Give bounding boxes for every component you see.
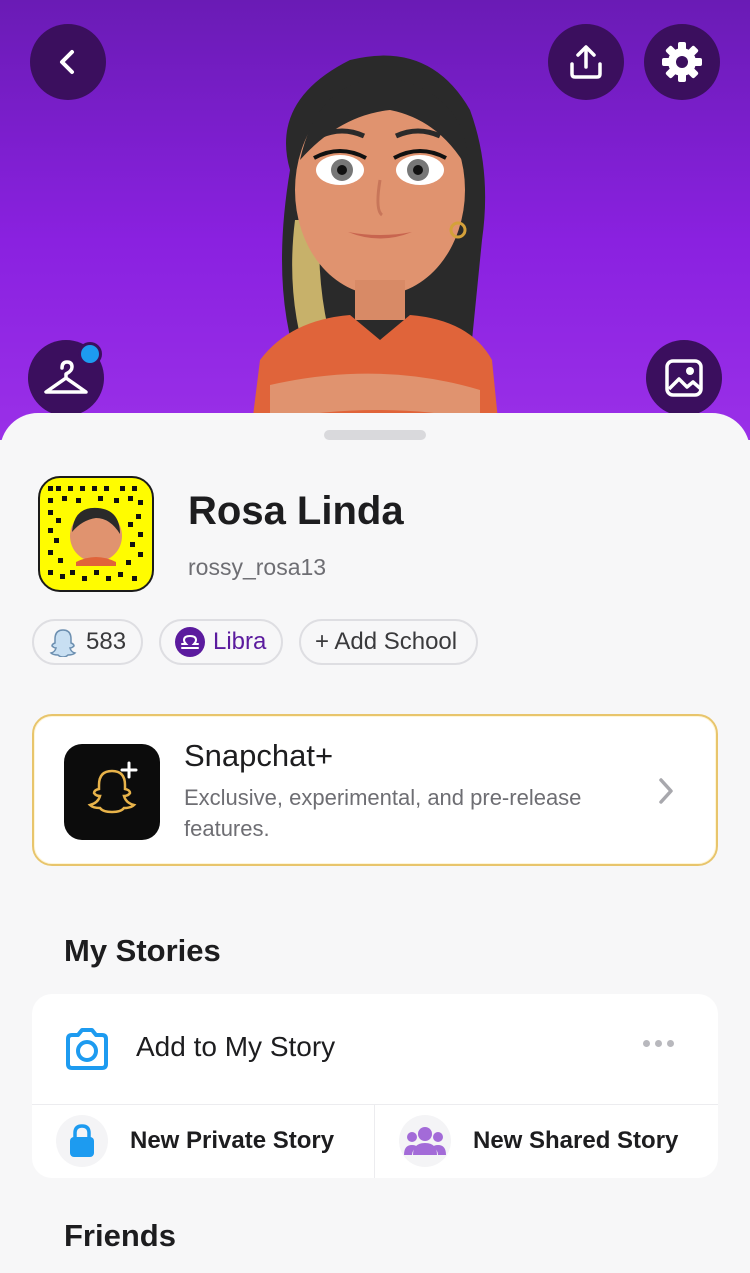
image-icon: [665, 359, 703, 397]
share-button[interactable]: [548, 24, 624, 100]
profile-sheet: Rosa Linda rossy_rosa13 583 Libra + Add …: [0, 413, 750, 1273]
add-to-story-row[interactable]: Add to My Story: [32, 994, 718, 1105]
snapchat-plus-title: Snapchat+: [184, 738, 334, 773]
sheet-grabber[interactable]: [324, 430, 426, 440]
background-button[interactable]: [646, 340, 722, 416]
snap-score: 583: [86, 628, 127, 655]
snapchat-plus-icon: [64, 744, 160, 840]
zodiac-label: Libra: [213, 628, 267, 655]
add-to-story-label: Add to My Story: [136, 1031, 336, 1062]
display-name: Rosa Linda: [188, 489, 404, 533]
camera-icon: [66, 1028, 108, 1070]
upload-icon: [570, 45, 602, 79]
new-private-story-button[interactable]: New Private Story: [32, 1105, 375, 1178]
snapchat-plus-card[interactable]: Snapchat+ Exclusive, experimental, and p…: [32, 714, 718, 866]
bitmoji-avatar[interactable]: [230, 40, 520, 440]
username: rossy_rosa13: [188, 554, 327, 580]
chevron-right-icon: [659, 778, 673, 804]
new-shared-story-button[interactable]: New Shared Story: [375, 1105, 718, 1178]
wardrobe-button[interactable]: [28, 340, 104, 416]
new-private-story-label: New Private Story: [130, 1127, 335, 1154]
chevron-left-icon: [60, 50, 74, 74]
new-shared-story-label: New Shared Story: [473, 1127, 679, 1154]
libra-icon: [175, 627, 205, 657]
snapcode-pattern: [48, 486, 143, 581]
add-school-pill[interactable]: + Add School: [299, 619, 478, 665]
settings-button[interactable]: [644, 24, 720, 100]
gear-icon: [662, 42, 702, 82]
back-button[interactable]: [30, 24, 106, 100]
group-icon: [399, 1115, 451, 1167]
profile-hero: [0, 0, 750, 440]
friends-heading: Friends: [64, 1218, 176, 1253]
snapchat-plus-description: Exclusive, experimental, and pre-release…: [184, 785, 582, 841]
snapcode[interactable]: [38, 476, 154, 592]
more-dots-icon[interactable]: [643, 1040, 674, 1047]
add-school-label: + Add School: [315, 628, 458, 655]
my-stories-heading: My Stories: [64, 933, 221, 968]
ghost-icon: [49, 629, 77, 657]
snap-score-pill[interactable]: 583: [32, 619, 143, 665]
zodiac-pill[interactable]: Libra: [159, 619, 283, 665]
notification-dot: [78, 342, 102, 366]
lock-icon: [56, 1115, 108, 1167]
my-stories-card: Add to My Story New Private Story New Sh…: [32, 994, 718, 1178]
